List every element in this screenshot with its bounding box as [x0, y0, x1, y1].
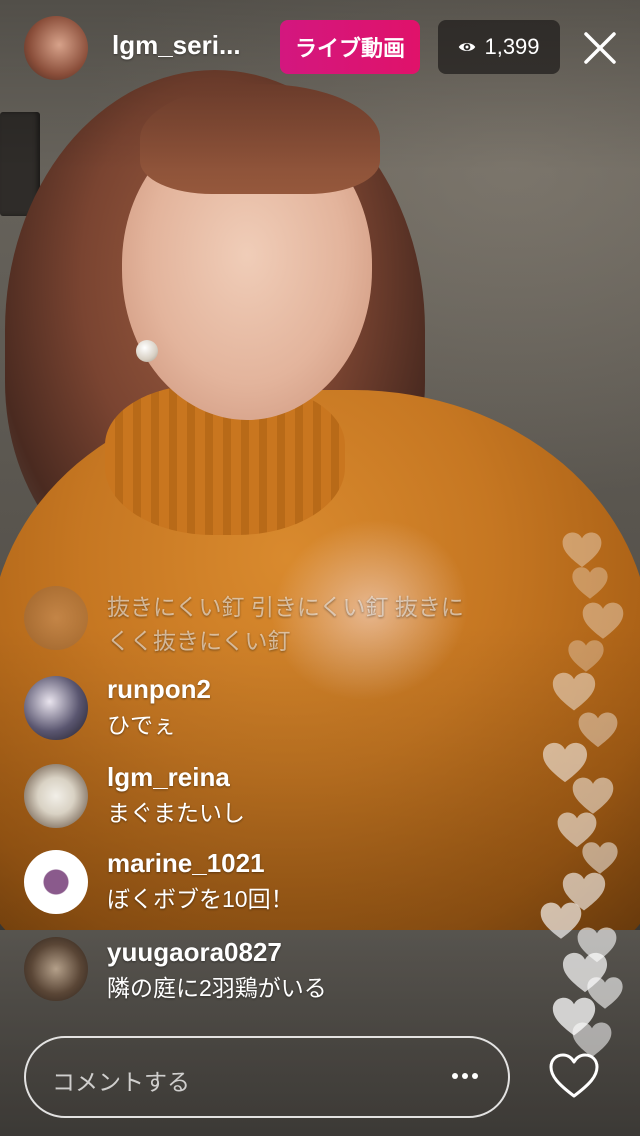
- commenter-avatar[interactable]: [24, 850, 88, 914]
- commenter-avatar[interactable]: [24, 676, 88, 740]
- commenter-avatar[interactable]: [24, 937, 88, 1001]
- comment-text: ぼくボブを10回！: [107, 886, 294, 912]
- comment-text: くく抜きにくい釘: [107, 628, 291, 654]
- close-icon[interactable]: [580, 26, 620, 70]
- broadcaster-username[interactable]: lgm_seri...: [112, 30, 241, 61]
- commenter-avatar: [24, 586, 88, 650]
- viewer-count-badge[interactable]: 1,399: [438, 20, 560, 74]
- live-badge: ライブ動画: [280, 20, 420, 74]
- live-video-frame: [0, 0, 640, 1136]
- comment-text: 隣の庭に2羽鶏がいる: [107, 975, 327, 1001]
- commenter-username[interactable]: runpon2: [107, 674, 211, 705]
- commenter-username[interactable]: marine_1021: [107, 848, 265, 879]
- comment-text: ひでぇ: [107, 712, 176, 738]
- commenter-avatar[interactable]: [24, 764, 88, 828]
- eye-icon: [459, 43, 476, 51]
- comment-input[interactable]: コメントする: [24, 1036, 510, 1118]
- comment-text: まぐまたいし: [107, 800, 245, 826]
- heart-icon[interactable]: [548, 1052, 600, 1100]
- commenter-username[interactable]: yuugaora0827: [107, 937, 282, 968]
- comment-placeholder: コメントする: [52, 1069, 190, 1095]
- live-header: lgm_seri... ライブ動画 1,399: [0, 0, 640, 96]
- more-icon[interactable]: [450, 1066, 480, 1086]
- comment-text: 抜きにくい釘 引きにくい釘 抜きに: [107, 594, 464, 620]
- commenter-username[interactable]: lgm_reina: [107, 762, 230, 793]
- broadcaster-avatar[interactable]: [24, 16, 88, 80]
- viewer-count: 1,399: [484, 34, 540, 59]
